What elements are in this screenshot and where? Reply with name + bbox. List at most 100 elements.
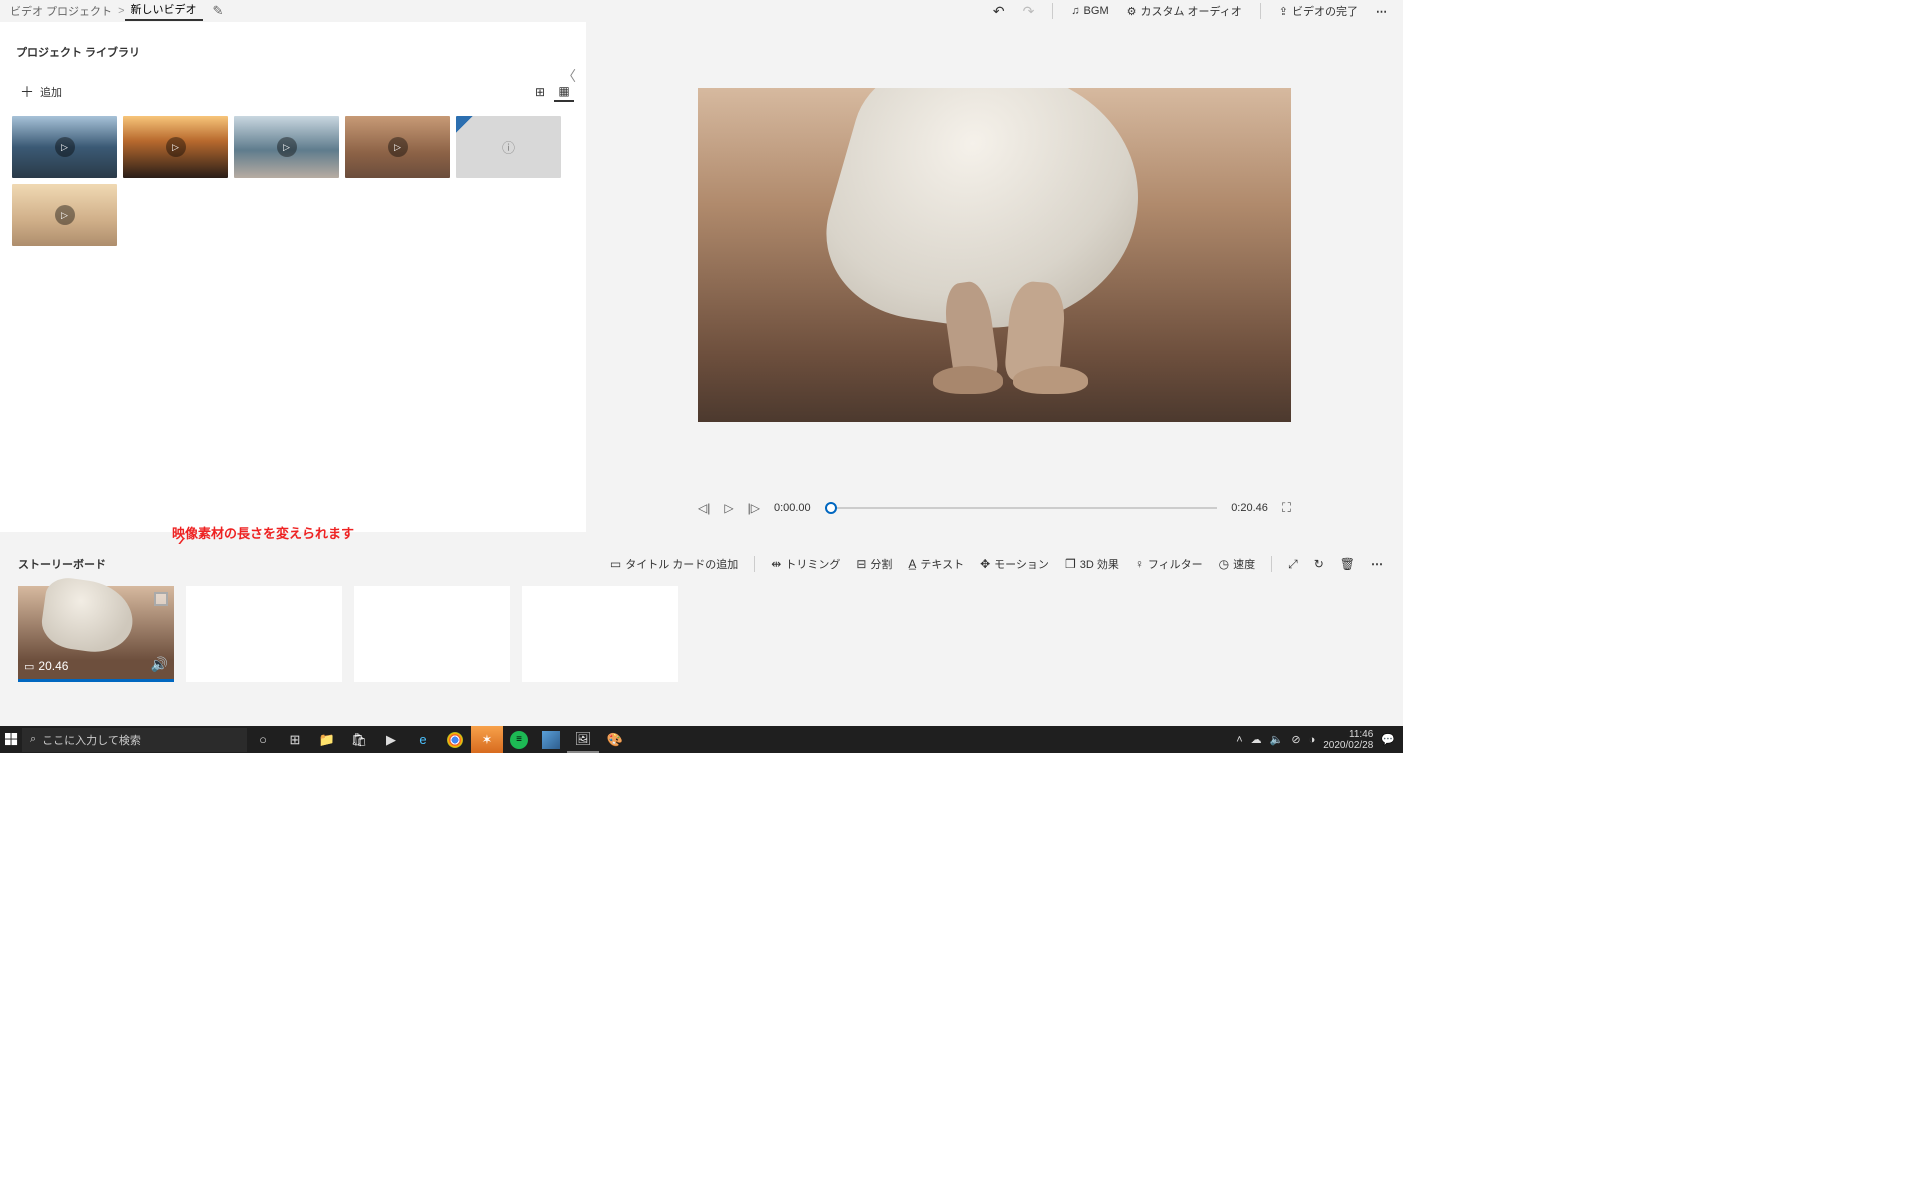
- play-overlay-icon: ▷: [55, 137, 75, 157]
- cortana-icon[interactable]: ○: [247, 726, 279, 753]
- redo-icon: ↷: [1023, 3, 1035, 20]
- storyboard-toolbar: ▭タイトル カードの追加 ⇹トリミング ⊟分割 A̲テキスト ✥モーション ❒3…: [610, 556, 1385, 572]
- tray-chevron-icon[interactable]: ˄: [1236, 734, 1242, 746]
- playback-controls: ◁| ▷ |▷ 0:00.00 0:20.46 ⛶: [698, 500, 1291, 516]
- photos-icon[interactable]: 🖼: [567, 726, 599, 753]
- play-overlay-icon: ▷: [277, 137, 297, 157]
- library-clip[interactable]: ▷: [12, 116, 117, 178]
- speed-button[interactable]: ◷速度: [1219, 556, 1255, 572]
- project-library-panel: プロジェクト ライブラリ 〈 ＋ 追加 ⊞ ▦ ▷ ▷ ▷ ▷ ⓘ ▷: [0, 22, 586, 532]
- rename-icon[interactable]: ✎: [213, 3, 224, 19]
- play-overlay-icon: ▷: [388, 137, 408, 157]
- storyboard-empty-slot[interactable]: [186, 586, 342, 682]
- search-icon: ⌕: [30, 733, 36, 746]
- main-area: プロジェクト ライブラリ 〈 ＋ 追加 ⊞ ▦ ▷ ▷ ▷ ▷ ⓘ ▷: [0, 22, 1403, 532]
- library-clip[interactable]: ▷: [345, 116, 450, 178]
- preview-video-frame[interactable]: [698, 88, 1291, 422]
- split-icon: ⊟: [856, 557, 866, 571]
- edge-icon[interactable]: e: [407, 726, 439, 753]
- next-frame-icon[interactable]: |▷: [748, 501, 760, 515]
- tray-icon[interactable]: ◑: [1309, 734, 1316, 746]
- 3d-effects-button[interactable]: ❒3D 効果: [1065, 556, 1119, 572]
- video-editor-window: ビデオ プロジェクト > 新しいビデオ ✎ ↶ ↷ ♫BGM ⚙カスタム オーデ…: [0, 0, 1403, 753]
- library-clip-error[interactable]: ⓘ: [456, 116, 561, 178]
- person-audio-icon: ⚙: [1127, 5, 1137, 18]
- storyboard-empty-slot[interactable]: [522, 586, 678, 682]
- grid-view-large-icon[interactable]: ⊞: [530, 82, 550, 102]
- app-icon-2[interactable]: [542, 731, 560, 749]
- rotate-button[interactable]: ↻: [1314, 557, 1324, 571]
- library-clip[interactable]: ▷: [12, 184, 117, 246]
- breadcrumb-current[interactable]: 新しいビデオ: [125, 1, 203, 21]
- seek-bar[interactable]: [825, 507, 1218, 509]
- taskbar-clock[interactable]: 11:46 2020/02/28: [1323, 729, 1373, 751]
- library-title: プロジェクト ライブラリ: [16, 44, 574, 60]
- current-time: 0:00.00: [774, 502, 811, 514]
- info-icon: ⓘ: [502, 138, 515, 157]
- cube-icon: ❒: [1065, 557, 1076, 571]
- play-overlay-icon: ▷: [166, 137, 186, 157]
- start-button[interactable]: [0, 726, 22, 753]
- preview-panel: ◁| ▷ |▷ 0:00.00 0:20.46 ⛶: [586, 22, 1403, 532]
- clip-checkbox[interactable]: [154, 592, 168, 606]
- prev-frame-icon[interactable]: ◁|: [698, 501, 710, 515]
- custom-audio-button[interactable]: ⚙カスタム オーディオ: [1127, 3, 1242, 19]
- volume-tray-icon[interactable]: 🔈: [1270, 733, 1284, 746]
- plus-icon: ＋: [20, 82, 34, 102]
- resize-button[interactable]: ⤢: [1288, 557, 1298, 572]
- filter-icon: ♀: [1135, 557, 1144, 571]
- windows-icon: [5, 733, 18, 746]
- motion-icon: ✥: [980, 557, 990, 571]
- play-overlay-icon: ▷: [55, 205, 75, 225]
- export-icon: ⇪: [1279, 5, 1288, 18]
- task-view-icon[interactable]: ⊞: [279, 726, 311, 753]
- paint-icon[interactable]: 🎨: [599, 726, 631, 753]
- more-icon[interactable]: ⋯: [1376, 5, 1389, 18]
- add-media-button[interactable]: ＋ 追加: [12, 78, 70, 106]
- breadcrumb-root[interactable]: ビデオ プロジェクト: [4, 3, 118, 19]
- speed-icon: ◷: [1219, 557, 1229, 571]
- trash-icon: 🗑: [1340, 557, 1355, 571]
- total-time: 0:20.46: [1231, 502, 1268, 514]
- spotify-icon[interactable]: ≡: [510, 731, 528, 749]
- play-icon[interactable]: ▷: [724, 501, 733, 515]
- motion-button[interactable]: ✥モーション: [980, 556, 1049, 572]
- movies-icon[interactable]: ▶: [375, 726, 407, 753]
- ime-icon[interactable]: ⊘: [1291, 733, 1300, 746]
- store-icon[interactable]: 🛍: [343, 726, 375, 753]
- onedrive-icon[interactable]: ☁: [1251, 733, 1262, 746]
- annotation-text: 映像素材の長さを変えられます: [172, 523, 354, 542]
- undo-icon[interactable]: ↶: [993, 3, 1005, 20]
- library-thumbnails: ▷ ▷ ▷ ▷ ⓘ ▷: [12, 116, 574, 246]
- library-clip[interactable]: ▷: [123, 116, 228, 178]
- action-center-icon[interactable]: 💬: [1381, 733, 1395, 746]
- explorer-icon[interactable]: 📁: [311, 726, 343, 753]
- storyboard-title: ストーリーボード: [18, 556, 106, 572]
- collapse-panel-icon[interactable]: 〈: [562, 66, 576, 86]
- clip-duration[interactable]: ▭20.46: [24, 659, 68, 673]
- music-icon: ♫: [1071, 5, 1079, 17]
- delete-button[interactable]: 🗑: [1340, 557, 1355, 571]
- storyboard-panel: ストーリーボード ▭タイトル カードの追加 ⇹トリミング ⊟分割 A̲テキスト …: [0, 544, 1403, 724]
- storyboard-clip-selected[interactable]: ▭20.46 🔊: [18, 586, 174, 682]
- trim-icon: ⇹: [771, 557, 781, 571]
- system-tray: ˄ ☁ 🔈 ⊘ ◑ 11:46 2020/02/28 💬: [1236, 729, 1403, 751]
- trim-button[interactable]: ⇹トリミング: [771, 556, 840, 572]
- chrome-icon[interactable]: [447, 732, 463, 748]
- filters-button[interactable]: ♀フィルター: [1135, 556, 1203, 572]
- text-button[interactable]: A̲テキスト: [908, 556, 964, 572]
- app-icon[interactable]: ✶: [471, 726, 503, 753]
- bgm-button[interactable]: ♫BGM: [1071, 5, 1108, 17]
- seek-knob[interactable]: [825, 502, 837, 514]
- add-title-card-button[interactable]: ▭タイトル カードの追加: [610, 556, 738, 572]
- split-button[interactable]: ⊟分割: [856, 556, 892, 572]
- finish-video-button[interactable]: ⇪ビデオの完了: [1279, 3, 1358, 19]
- duration-icon: ▭: [24, 660, 34, 673]
- fullscreen-icon[interactable]: ⛶: [1282, 500, 1291, 516]
- taskbar-search[interactable]: ⌕ ここに入力して検索: [22, 728, 247, 752]
- divider: [1260, 3, 1261, 19]
- more-button[interactable]: ⋯: [1371, 557, 1385, 571]
- library-clip[interactable]: ▷: [234, 116, 339, 178]
- storyboard-empty-slot[interactable]: [354, 586, 510, 682]
- volume-icon[interactable]: 🔊: [151, 656, 168, 673]
